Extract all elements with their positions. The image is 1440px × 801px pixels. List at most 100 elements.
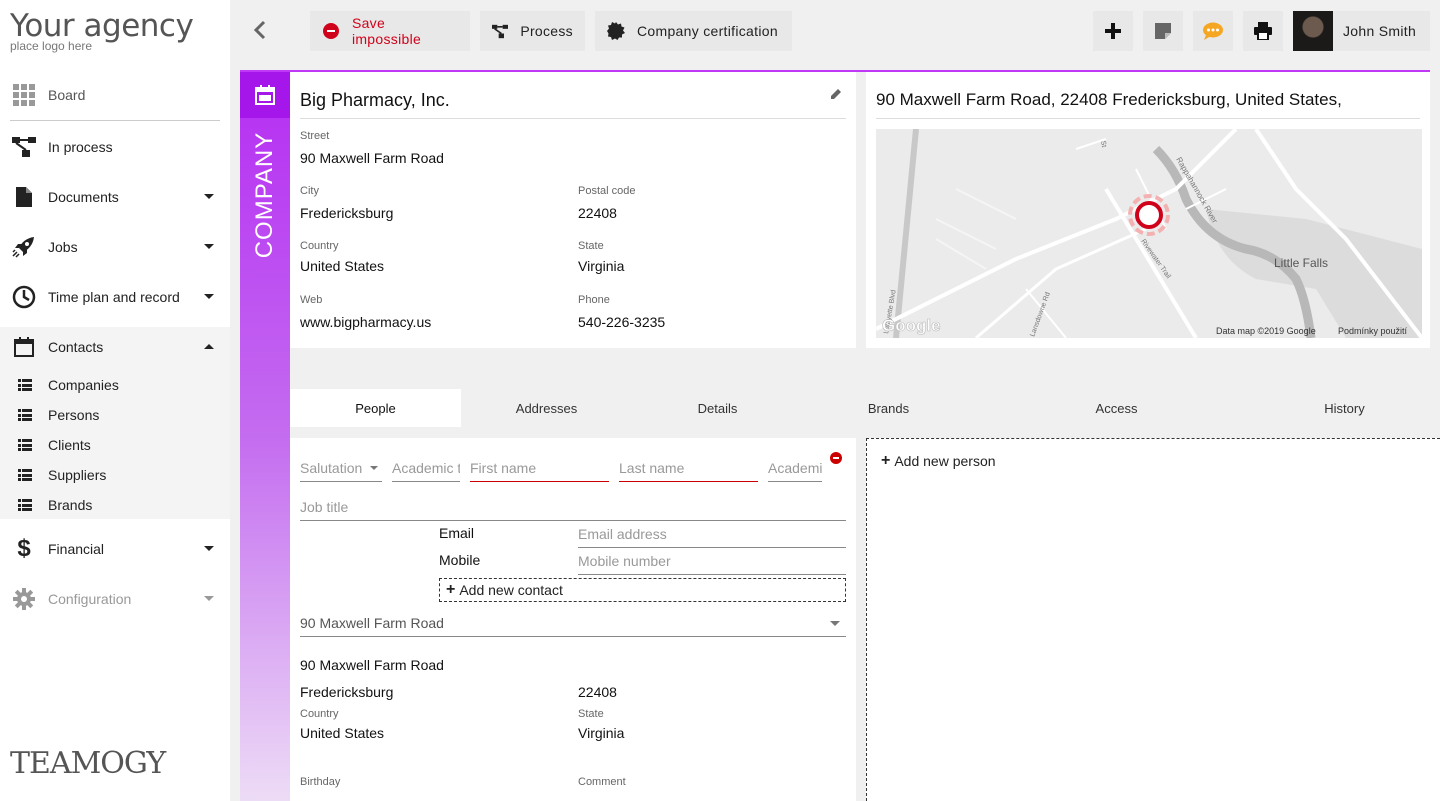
- nav-financial[interactable]: $ Financial: [0, 527, 230, 571]
- address-select-value: 90 Maxwell Farm Road: [300, 614, 444, 631]
- user-name: John Smith: [1343, 23, 1417, 39]
- person-street-value: 90 Maxwell Farm Road: [300, 657, 444, 673]
- rocket-icon: [12, 235, 36, 259]
- last-name-input[interactable]: Last name: [619, 454, 758, 482]
- list-icon: [18, 409, 32, 421]
- map-title-divider: [876, 118, 1420, 119]
- nav-companies[interactable]: Companies: [0, 370, 230, 400]
- academic-title-before-input[interactable]: Academic t: [392, 454, 460, 482]
- add-person-button[interactable]: + Add new person: [879, 452, 996, 470]
- add-person-panel[interactable]: + Add new person: [866, 438, 1440, 801]
- google-logo: Google: [882, 316, 941, 335]
- user-menu[interactable]: John Smith: [1293, 11, 1430, 51]
- print-button[interactable]: [1243, 11, 1283, 51]
- city-value: Fredericksburg: [300, 205, 394, 221]
- chevron-down-icon: [204, 294, 214, 299]
- document-icon: [12, 185, 36, 209]
- tab-brands[interactable]: Brands: [803, 389, 974, 427]
- tab-history[interactable]: History: [1259, 389, 1430, 427]
- person-postal-value: 22408: [578, 684, 617, 700]
- map-view[interactable]: Little Falls Rappahannock River Rivewate…: [876, 129, 1422, 338]
- section-strip-header: [240, 72, 290, 118]
- grid-icon: [12, 83, 36, 107]
- chat-button[interactable]: [1193, 11, 1233, 51]
- nav-jobs[interactable]: Jobs: [0, 225, 230, 269]
- nav-board[interactable]: Board: [0, 73, 230, 117]
- birthday-label: Birthday: [300, 776, 341, 788]
- chevron-down-icon: [204, 546, 214, 551]
- job-title-input[interactable]: Job title: [300, 493, 846, 521]
- agency-logo[interactable]: Your agency place logo here: [10, 8, 194, 52]
- country-label: Country: [300, 240, 339, 252]
- clock-icon: [12, 285, 36, 309]
- web-link[interactable]: www.bigpharmacy.us: [300, 314, 431, 330]
- address-select[interactable]: 90 Maxwell Farm Road: [300, 609, 846, 637]
- save-button[interactable]: Save impossible: [310, 11, 470, 51]
- company-name: Big Pharmacy, Inc.: [300, 90, 450, 110]
- list-icon: [18, 439, 32, 451]
- tab-access[interactable]: Access: [974, 389, 1259, 427]
- chevron-left-icon: [253, 20, 266, 40]
- nav-contacts[interactable]: Contacts: [0, 325, 230, 369]
- add-contact-button[interactable]: + Add new contact: [439, 578, 846, 602]
- nav-time-plan[interactable]: Time plan and record: [0, 275, 230, 319]
- plus-icon: [1105, 23, 1121, 39]
- mobile-label: Mobile: [439, 552, 481, 568]
- map-terms-link[interactable]: Podmínky použití: [1338, 326, 1408, 336]
- first-name-input[interactable]: First name: [470, 454, 609, 482]
- web-label: Web: [300, 294, 323, 306]
- chevron-down-icon: [204, 194, 214, 199]
- chevron-down-icon: [830, 621, 840, 626]
- email-input[interactable]: Email address: [578, 520, 846, 548]
- plus-icon: +: [881, 452, 891, 469]
- gear-icon: [12, 587, 36, 611]
- nav-configuration-label: Configuration: [48, 591, 132, 607]
- academic-title-after-input[interactable]: Academi: [768, 454, 822, 482]
- collapse-sidebar-button[interactable]: [250, 20, 270, 40]
- person-state-label: State: [578, 708, 604, 720]
- list-icon: [18, 379, 32, 391]
- tab-details[interactable]: Details: [632, 389, 803, 427]
- person-state-value: Virginia: [578, 725, 625, 741]
- list-icon: [18, 499, 32, 511]
- salutation-select[interactable]: Salutation: [300, 454, 382, 482]
- process-icon: [12, 135, 36, 159]
- list-icon: [18, 469, 32, 481]
- chat-bubble-icon: [1203, 22, 1223, 40]
- map-credit: Data map ©2019 Google: [1216, 326, 1316, 336]
- mobile-input[interactable]: Mobile number: [578, 547, 846, 575]
- certification-button[interactable]: Company certification: [595, 11, 792, 51]
- city-label: City: [300, 185, 319, 197]
- dollar-icon: $: [17, 535, 31, 562]
- note-button[interactable]: [1143, 11, 1183, 51]
- nav-documents[interactable]: Documents: [0, 175, 230, 219]
- pencil-icon[interactable]: [830, 88, 842, 100]
- chevron-down-icon: [204, 596, 214, 601]
- nav-configuration[interactable]: Configuration: [0, 577, 230, 621]
- process-button[interactable]: Process: [480, 11, 585, 51]
- nav-suppliers-label: Suppliers: [48, 467, 107, 483]
- tab-addresses[interactable]: Addresses: [461, 389, 632, 427]
- nav-documents-label: Documents: [48, 189, 119, 205]
- sidebar-divider: [10, 120, 220, 121]
- postal-value: 22408: [578, 205, 617, 221]
- nav-suppliers[interactable]: Suppliers: [0, 460, 230, 490]
- title-divider: [300, 118, 846, 119]
- add-button[interactable]: [1093, 11, 1133, 51]
- nav-brands[interactable]: Brands: [0, 490, 230, 520]
- process-icon: [492, 22, 509, 40]
- nav-clients[interactable]: Clients: [0, 430, 230, 460]
- no-entry-icon: [322, 22, 340, 40]
- calendar-icon: [12, 335, 36, 359]
- sticky-note-icon: [1155, 23, 1171, 39]
- street-value: 90 Maxwell Farm Road: [300, 150, 444, 166]
- country-value: United States: [300, 258, 385, 274]
- sidebar: Your agency place logo here Board In pro…: [0, 0, 230, 801]
- tab-people[interactable]: People: [290, 389, 461, 427]
- nav-in-process[interactable]: In process: [0, 125, 230, 169]
- nav-persons[interactable]: Persons: [0, 400, 230, 430]
- remove-person-icon[interactable]: [830, 452, 842, 464]
- person-form: Salutation Academic t First name Last na…: [290, 438, 856, 801]
- salutation-placeholder: Salutation: [300, 459, 363, 476]
- nav-clients-label: Clients: [48, 437, 91, 453]
